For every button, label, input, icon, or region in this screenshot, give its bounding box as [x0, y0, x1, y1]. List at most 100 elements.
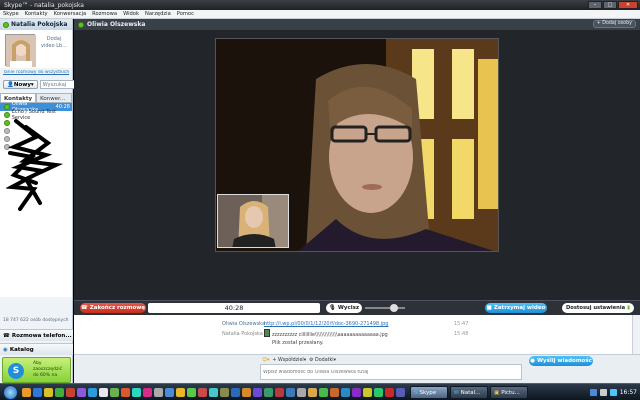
new-button[interactable]: 👤 Nowy ▾: [3, 80, 38, 89]
taskbar-item-skype[interactable]: S Skype: [410, 386, 448, 399]
share-label: Współdziel: [277, 357, 304, 363]
menu-rozmowa[interactable]: Rozmowa: [92, 11, 117, 17]
start-button[interactable]: [3, 385, 18, 400]
send-label: Wyślij wiadomość: [536, 358, 592, 364]
volume-icon[interactable]: [599, 389, 607, 396]
quicklaunch-icon[interactable]: [275, 388, 284, 397]
send-icon: ●: [530, 358, 535, 364]
quicklaunch-icon[interactable]: [33, 388, 42, 397]
call-settings-button[interactable]: Dostosuj ustawienia ▮: [562, 303, 634, 313]
quicklaunch-icon[interactable]: [308, 388, 317, 397]
mute-button[interactable]: 🎙 Wycisz: [326, 303, 362, 313]
quicklaunch-icon[interactable]: [121, 388, 130, 397]
quicklaunch-icon[interactable]: [264, 388, 273, 397]
volume-slider[interactable]: [365, 307, 405, 309]
share-button[interactable]: + Współdziel▾: [272, 358, 306, 363]
profile-header[interactable]: Natalia Pokojska: [0, 19, 72, 30]
quicklaunch-icon[interactable]: [209, 388, 218, 397]
catalog-label: Katalog: [9, 346, 34, 353]
sidebar: Natalia Pokojska Dodaj video Lb... Tanie…: [0, 19, 115, 383]
quicklaunch-icon[interactable]: [341, 388, 350, 397]
stop-video-button[interactable]: ■ Zatrzymaj wideo: [485, 303, 547, 313]
quicklaunch-icon[interactable]: [187, 388, 196, 397]
quicklaunch-icon[interactable]: [198, 388, 207, 397]
quicklaunch-icon[interactable]: [66, 388, 75, 397]
contact-list: Oliwia Olszewska 40:28 Echo / Sound Test…: [0, 101, 72, 297]
menu-pomoc[interactable]: Pomoc: [177, 11, 194, 17]
add-video-message-link[interactable]: Dodaj video Lb...: [40, 36, 68, 50]
menu-konwersacja[interactable]: Konwersacja: [54, 11, 87, 17]
promo-banner[interactable]: S Aby zaoszczędzić do 60% na: [2, 357, 71, 383]
quicklaunch-icon[interactable]: [363, 388, 372, 397]
message-input[interactable]: [260, 364, 522, 380]
quicklaunch-icon[interactable]: [44, 388, 53, 397]
composer-tools: ☺▾ + Współdziel▾ ⚙ Dodatki▾: [262, 356, 336, 364]
quicklaunch-icon[interactable]: [220, 388, 229, 397]
quicklaunch-icon[interactable]: [22, 388, 31, 397]
addons-button[interactable]: ⚙ Dodatki▾: [309, 358, 336, 363]
menu-widok[interactable]: Widok: [123, 11, 139, 17]
file-name[interactable]: zzzzzzzzzz cillilllie\\\\\\\\\\\\\\aaaaa…: [272, 333, 388, 338]
local-video-preview[interactable]: [217, 194, 289, 248]
volume-slider-handle[interactable]: [390, 304, 398, 312]
quicklaunch-icon[interactable]: [143, 388, 152, 397]
quicklaunch-icon[interactable]: [231, 388, 240, 397]
quicklaunch-icon[interactable]: [55, 388, 64, 397]
quicklaunch-icon[interactable]: [154, 388, 163, 397]
quicklaunch-icon[interactable]: [396, 388, 405, 397]
online-status-icon[interactable]: [3, 21, 9, 28]
quicklaunch-icon[interactable]: [110, 388, 119, 397]
menu-narzedzia[interactable]: Narzędzia: [145, 11, 171, 17]
quicklaunch-icon[interactable]: [165, 388, 174, 397]
folder-icon: ▣: [494, 389, 500, 396]
mute-label: Wycisz: [337, 305, 360, 311]
call-control-bar: ☎ Zakończ rozmowę 40:28 🎙 Wycisz ■ Zatrz…: [74, 300, 640, 315]
menu-skype[interactable]: Skype: [3, 11, 19, 17]
emoticon-icon[interactable]: ☺▾: [262, 358, 269, 363]
message-composer: ☺▾ + Współdziel▾ ⚙ Dodatki▾ ● Wyślij wia…: [74, 354, 640, 383]
call-header: Oliwia Olszewska + Dodaj osoby: [74, 19, 640, 30]
send-message-button[interactable]: ● Wyślij wiadomość: [529, 356, 593, 366]
menu-kontakty[interactable]: Kontakty: [25, 11, 48, 17]
call-timer: 40:28: [148, 303, 320, 313]
taskbar-item-natalia[interactable]: ✉ Natal...: [450, 386, 488, 399]
avatar[interactable]: [5, 34, 36, 67]
catalog-button[interactable]: ◉ Katalog: [0, 343, 73, 355]
message-sender[interactable]: Natalia Pokojska: [222, 331, 263, 337]
quicklaunch-icon[interactable]: [77, 388, 86, 397]
call-phones-button[interactable]: ☎ Rozmowa telefon...: [0, 329, 73, 341]
file-thumbnail-icon[interactable]: [264, 329, 270, 337]
call-contact-name[interactable]: Oliwia Olszewska: [87, 21, 145, 28]
add-contact-icon: 👤: [7, 81, 14, 88]
quicklaunch-icon[interactable]: [253, 388, 262, 397]
quicklaunch-icon[interactable]: [132, 388, 141, 397]
quicklaunch-icon[interactable]: [385, 388, 394, 397]
quicklaunch-icon[interactable]: [352, 388, 361, 397]
close-button[interactable]: ✕: [618, 1, 638, 9]
clock[interactable]: 16:57: [620, 389, 637, 396]
quicklaunch-icon[interactable]: [374, 388, 383, 397]
minimize-button[interactable]: –: [588, 1, 602, 9]
quicklaunch-icon[interactable]: [319, 388, 328, 397]
quicklaunch-icon[interactable]: [88, 388, 97, 397]
message-link[interactable]: http://i.wp.pl/00/0/1/12/20/f/doc-3690-2…: [264, 321, 388, 327]
chat-scrollbar[interactable]: [632, 315, 640, 354]
promo-line: do 60% na: [33, 373, 58, 378]
quicklaunch-icon[interactable]: [99, 388, 108, 397]
addons-label: Dodatki: [315, 357, 334, 363]
end-call-button[interactable]: ☎ Zakończ rozmowę: [80, 303, 146, 313]
add-people-button[interactable]: + Dodaj osoby: [592, 20, 636, 28]
online-status-icon: [4, 104, 10, 110]
quicklaunch-icon[interactable]: [297, 388, 306, 397]
message-sender[interactable]: Oliwia Olszewska: [222, 321, 265, 327]
network-icon[interactable]: [589, 389, 597, 396]
skype-tray-icon[interactable]: [609, 389, 617, 396]
maximize-button[interactable]: □: [603, 1, 617, 9]
end-call-label: Zakończ rozmowę: [89, 305, 146, 311]
quicklaunch-icon[interactable]: [330, 388, 339, 397]
quicklaunch-icon[interactable]: [242, 388, 251, 397]
quicklaunch-icon[interactable]: [286, 388, 295, 397]
quicklaunch-icon[interactable]: [176, 388, 185, 397]
skype-icon: S: [414, 389, 418, 396]
cheap-calls-link[interactable]: Tanie rozmowy do wszystkich...: [3, 70, 69, 77]
